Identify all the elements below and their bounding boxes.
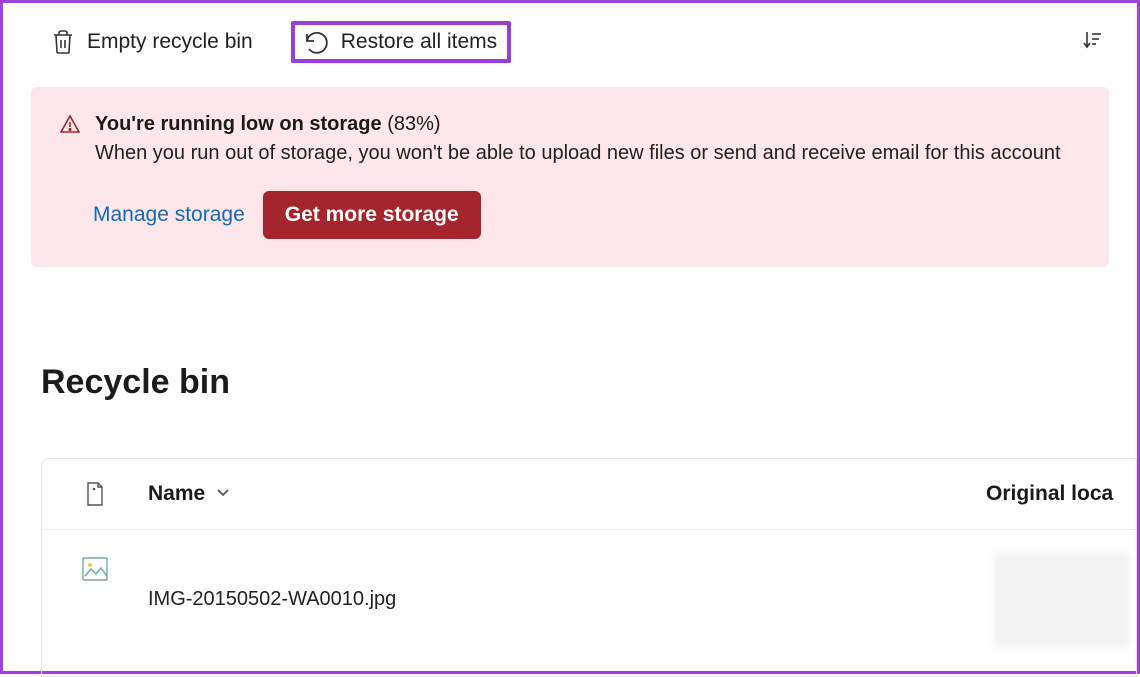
undo-icon (301, 29, 329, 55)
file-type-column-icon (42, 481, 148, 507)
warning-icon (59, 113, 81, 140)
chevron-down-icon (215, 482, 231, 506)
file-name: IMG-20150502-WA0010.jpg (148, 552, 994, 611)
page-title: Recycle bin (41, 363, 1137, 402)
restore-all-label: Restore all items (341, 30, 497, 54)
file-table: Name Original loca IMG-20150502-WA0010.j… (41, 458, 1137, 677)
original-location-column-header[interactable]: Original loca (986, 482, 1136, 506)
toolbar: Empty recycle bin Restore all items (3, 3, 1137, 81)
storage-warning-banner: You're running low on storage (83%) When… (31, 87, 1109, 267)
table-row[interactable]: IMG-20150502-WA0010.jpg (42, 530, 1136, 676)
banner-description: When you run out of storage, you won't b… (95, 142, 1081, 165)
banner-title: You're running low on storage (83%) (95, 113, 1081, 136)
empty-recycle-bin-button[interactable]: Empty recycle bin (41, 23, 263, 61)
get-more-storage-button[interactable]: Get more storage (263, 191, 481, 239)
table-header: Name Original loca (42, 459, 1136, 530)
name-column-header[interactable]: Name (148, 482, 986, 506)
sort-descending-icon (1081, 38, 1103, 55)
empty-recycle-bin-label: Empty recycle bin (87, 30, 253, 54)
sort-button[interactable] (1077, 25, 1107, 60)
file-thumbnail (42, 552, 148, 582)
trash-icon (51, 29, 75, 55)
original-location-cell (994, 552, 1130, 648)
restore-all-button[interactable]: Restore all items (291, 21, 511, 63)
manage-storage-link[interactable]: Manage storage (93, 203, 245, 227)
